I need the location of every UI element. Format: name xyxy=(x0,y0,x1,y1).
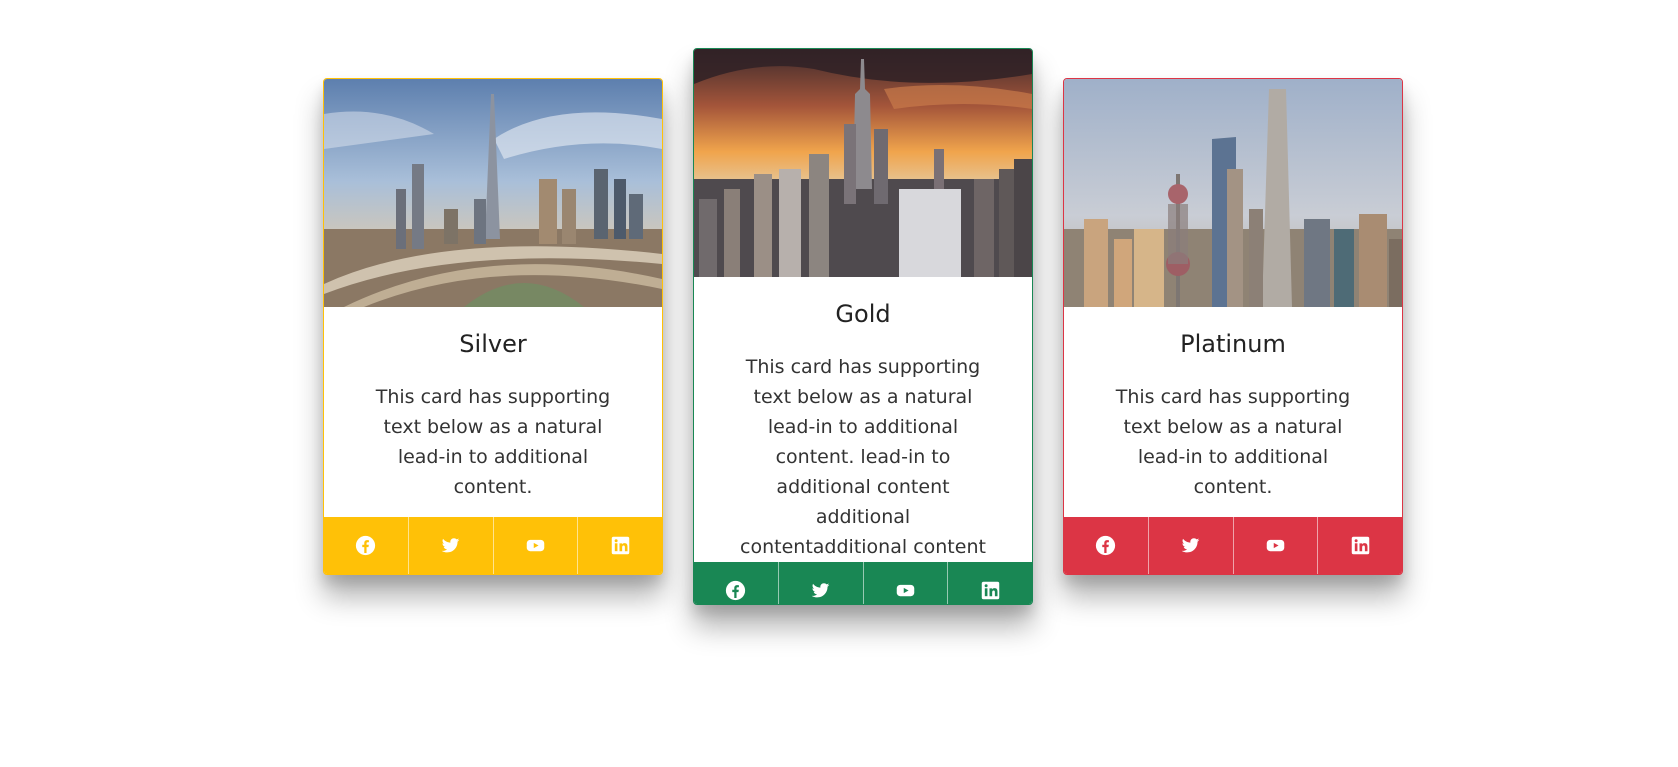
social-footer xyxy=(324,517,662,574)
card-text: This card has supporting text below as a… xyxy=(1115,386,1351,498)
twitter-icon xyxy=(811,583,830,598)
linkedin-button[interactable] xyxy=(947,562,1032,604)
card-body: Gold This card has supporting text below… xyxy=(694,277,1032,562)
card-title: Platinum xyxy=(1180,330,1286,358)
card-title: Silver xyxy=(459,330,527,358)
social-footer xyxy=(1064,517,1402,574)
card-body: Silver This card has supporting text bel… xyxy=(324,307,662,517)
card-image-new-york-skyline xyxy=(694,49,1032,277)
card-gold: Gold This card has supporting text below… xyxy=(693,48,1033,605)
card-body: Platinum This card has supporting text b… xyxy=(1064,307,1402,517)
facebook-button[interactable] xyxy=(694,562,778,604)
youtube-icon xyxy=(896,584,915,597)
card-title: Gold xyxy=(835,300,891,328)
facebook-icon xyxy=(726,580,746,601)
card-image-dubai-skyline xyxy=(324,79,662,307)
youtube-button[interactable] xyxy=(1232,517,1318,574)
youtube-icon xyxy=(526,539,545,552)
youtube-button[interactable] xyxy=(862,562,948,604)
youtube-button[interactable] xyxy=(492,517,578,574)
linkedin-icon xyxy=(611,536,629,555)
linkedin-button[interactable] xyxy=(577,517,662,574)
twitter-icon xyxy=(1181,538,1200,553)
facebook-button[interactable] xyxy=(324,517,408,574)
social-footer xyxy=(694,562,1032,604)
card-text: This card has supporting text below as a… xyxy=(375,386,611,498)
facebook-icon xyxy=(1096,535,1116,556)
linkedin-icon xyxy=(981,581,999,600)
card-silver: Silver This card has supporting text bel… xyxy=(323,78,663,575)
pricing-cards-stage: Silver This card has supporting text bel… xyxy=(0,0,1678,767)
facebook-button[interactable] xyxy=(1064,517,1148,574)
twitter-button[interactable] xyxy=(407,517,493,574)
linkedin-button[interactable] xyxy=(1317,517,1402,574)
twitter-button[interactable] xyxy=(1147,517,1233,574)
facebook-icon xyxy=(356,535,376,556)
youtube-icon xyxy=(1266,539,1285,552)
twitter-icon xyxy=(441,538,460,553)
card-platinum: Platinum This card has supporting text b… xyxy=(1063,78,1403,575)
linkedin-icon xyxy=(1351,536,1369,555)
card-text: This card has supporting text below as a… xyxy=(740,356,986,558)
twitter-button[interactable] xyxy=(777,562,863,604)
card-image-shanghai-skyline xyxy=(1064,79,1402,307)
